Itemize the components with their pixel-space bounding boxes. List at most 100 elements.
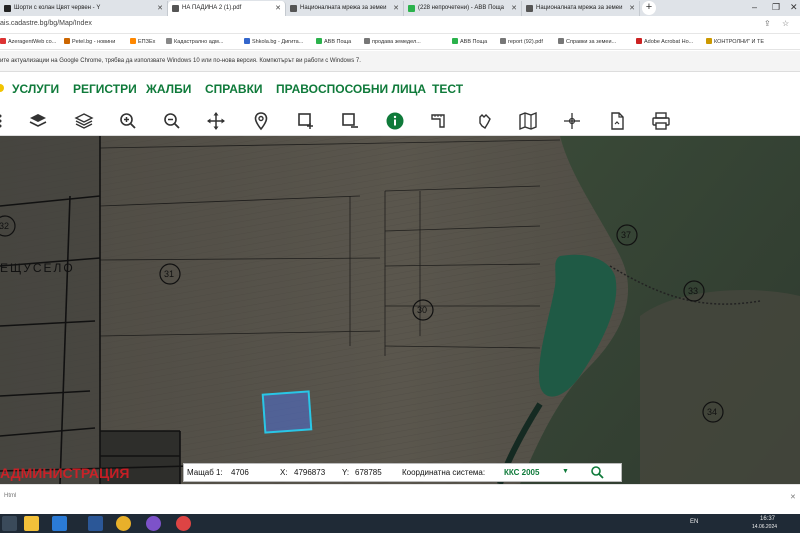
explorer-icon[interactable] [24,516,39,531]
bookmark-item[interactable]: ЕПЗЕх [130,38,155,45]
start-icon[interactable] [2,516,17,531]
tab-favicon-icon [4,5,11,12]
bookmark-icon [452,38,458,44]
parcel-number: 33 [688,286,698,296]
nav-reports[interactable]: СПРАВКИ [205,82,263,96]
nav-complaints[interactable]: ЖАЛБИ [146,82,191,96]
location-pin-icon[interactable] [251,111,271,131]
map-icon[interactable] [518,111,538,131]
tab-cadastre-2[interactable]: Националната мрежа за земеи ✕ [522,1,640,16]
zoom-in-icon[interactable] [118,111,138,131]
new-tab-button[interactable]: + [642,1,656,15]
tab-cadastre-1[interactable]: Националната мрежа за земеи ✕ [286,1,404,16]
tab-favicon-icon [172,5,179,12]
bookmark-item[interactable]: AzeragentWeb со... [0,38,56,45]
place-label: ЕЩУСЕЛО [0,261,75,275]
tab-favicon-icon [408,5,415,12]
map-status-bar: Мащаб 1: 4706 X: 4796873 Y: 678785 Коорд… [183,463,622,482]
share-icon[interactable]: ⇪ [764,19,771,28]
bookmark-icon [558,38,564,44]
close-tab-icon[interactable]: ✕ [393,4,399,12]
close-icon[interactable]: ✕ [790,493,796,501]
bookmark-item[interactable]: продава земедел... [364,38,421,45]
clock-time[interactable]: 16:37 [760,516,775,522]
bookmark-item[interactable]: КОНТРОЛНИ" И ТЕ [706,38,764,45]
crs-select[interactable]: ККС 2005 [504,468,539,477]
close-tab-icon[interactable]: ✕ [511,4,517,12]
footer-text: Html [4,493,17,499]
tab-favicon-icon [290,5,297,12]
measure-icon[interactable] [429,111,449,131]
page-footer: Html ✕ [0,484,800,514]
chrome-icon[interactable] [116,516,131,531]
language-indicator[interactable]: EN [690,519,698,525]
bookmark-item[interactable]: Кадастрално адм... [166,38,223,45]
zoom-out-icon[interactable] [162,111,182,131]
layers-stack-icon[interactable] [28,111,48,131]
parcel-number: 34 [707,407,717,417]
bookmark-item[interactable]: Shkola.bg - Дигита... [244,38,303,45]
url-input[interactable]: ais.cadastre.bg/bg/Map/Index [0,20,92,27]
chrome-active-icon[interactable] [176,516,191,531]
parcel-number: 32 [0,221,9,231]
bookmark-item[interactable]: Справки за земеи... [558,38,616,45]
nav-services[interactable]: УСЛУГИ [12,82,59,96]
bookmark-item[interactable]: Petel.bg - новини [64,38,115,45]
media-icon[interactable] [52,516,67,531]
x-value: 4796873 [294,468,326,477]
word-icon[interactable] [88,516,103,531]
bookmark-star-icon[interactable]: ☆ [782,19,789,28]
address-bar: ais.cadastre.bg/bg/Map/Index ⇪ ☆ [0,16,800,34]
clock-date[interactable]: 14.06.2024 [752,524,777,530]
site-nav: УСЛУГИ РЕГИСТРИ ЖАЛБИ СПРАВКИ ПРАВОСПОСО… [0,72,800,106]
select-remove-icon[interactable] [340,111,360,131]
crs-label: Координатна система: [402,468,486,477]
crosshair-icon[interactable] [562,111,582,131]
nav-registers[interactable]: РЕГИСТРИ [73,82,137,96]
tab-shorts[interactable]: Шорти с колан Цвят червен - Y ✕ [0,1,168,16]
select-add-icon[interactable] [296,111,316,131]
bookmark-item[interactable]: report (92).pdf [500,38,543,45]
nav-test[interactable]: ТЕСТ [432,82,463,96]
bookmark-item[interactable]: ABB Поща [316,38,351,45]
watermark-label: АДМИНИСТРАЦИЯ [0,465,129,481]
y-value: 678785 [355,468,382,477]
bookmark-item[interactable]: Adobe Acrobat Ho... [636,38,693,45]
search-icon[interactable] [590,465,604,481]
close-tab-icon[interactable]: ✕ [157,4,163,12]
close-window-icon[interactable]: ✕ [790,2,798,13]
x-label: X: [280,468,288,477]
chrome-update-warning: ите актуализации на Google Chrome, трябв… [0,51,800,72]
bookmark-icon [166,38,172,44]
y-label: Y: [342,468,350,477]
tab-mail[interactable]: (228 непрочетени) - ABB Поща ✕ [404,1,522,16]
minimize-icon[interactable]: – [752,2,757,12]
scale-value[interactable]: 4706 [231,468,249,477]
pan-icon[interactable] [206,111,226,131]
selected-parcel[interactable] [261,390,313,434]
viber-icon[interactable] [146,516,161,531]
nav-licensed-persons[interactable]: ПРАВОСПОСОБНИ ЛИЦА [276,82,426,96]
info-icon[interactable] [385,111,405,131]
scale-label: Мащаб 1: [187,468,223,477]
hand-icon[interactable] [474,111,494,131]
bookmark-icon [244,38,250,44]
layers-icon[interactable] [0,111,10,131]
bookmark-icon [64,38,70,44]
layers-outline-icon[interactable] [74,111,94,131]
document-icon[interactable] [607,111,627,131]
maximize-icon[interactable]: ❐ [772,2,780,13]
satellite-map[interactable]: 32 31 30 37 33 34 ЕЩУСЕЛО АДМИНИСТРАЦИЯ [0,136,800,484]
parcel-number: 31 [164,269,174,279]
bookmark-icon [500,38,506,44]
windows-taskbar: EN 16:37 14.06.2024 [0,514,800,533]
bookmark-item[interactable]: ABB Поща [452,38,487,45]
close-tab-icon[interactable]: ✕ [275,4,281,12]
print-icon[interactable] [651,111,671,131]
tab-favicon-icon [526,5,533,12]
chevron-down-icon[interactable]: ▼ [562,468,569,475]
bookmark-icon [364,38,370,44]
close-tab-icon[interactable]: ✕ [629,4,635,12]
tab-pdf[interactable]: НА ПАДИНА 2 (1).pdf ✕ [168,1,286,16]
parcel-number: 30 [417,305,427,315]
